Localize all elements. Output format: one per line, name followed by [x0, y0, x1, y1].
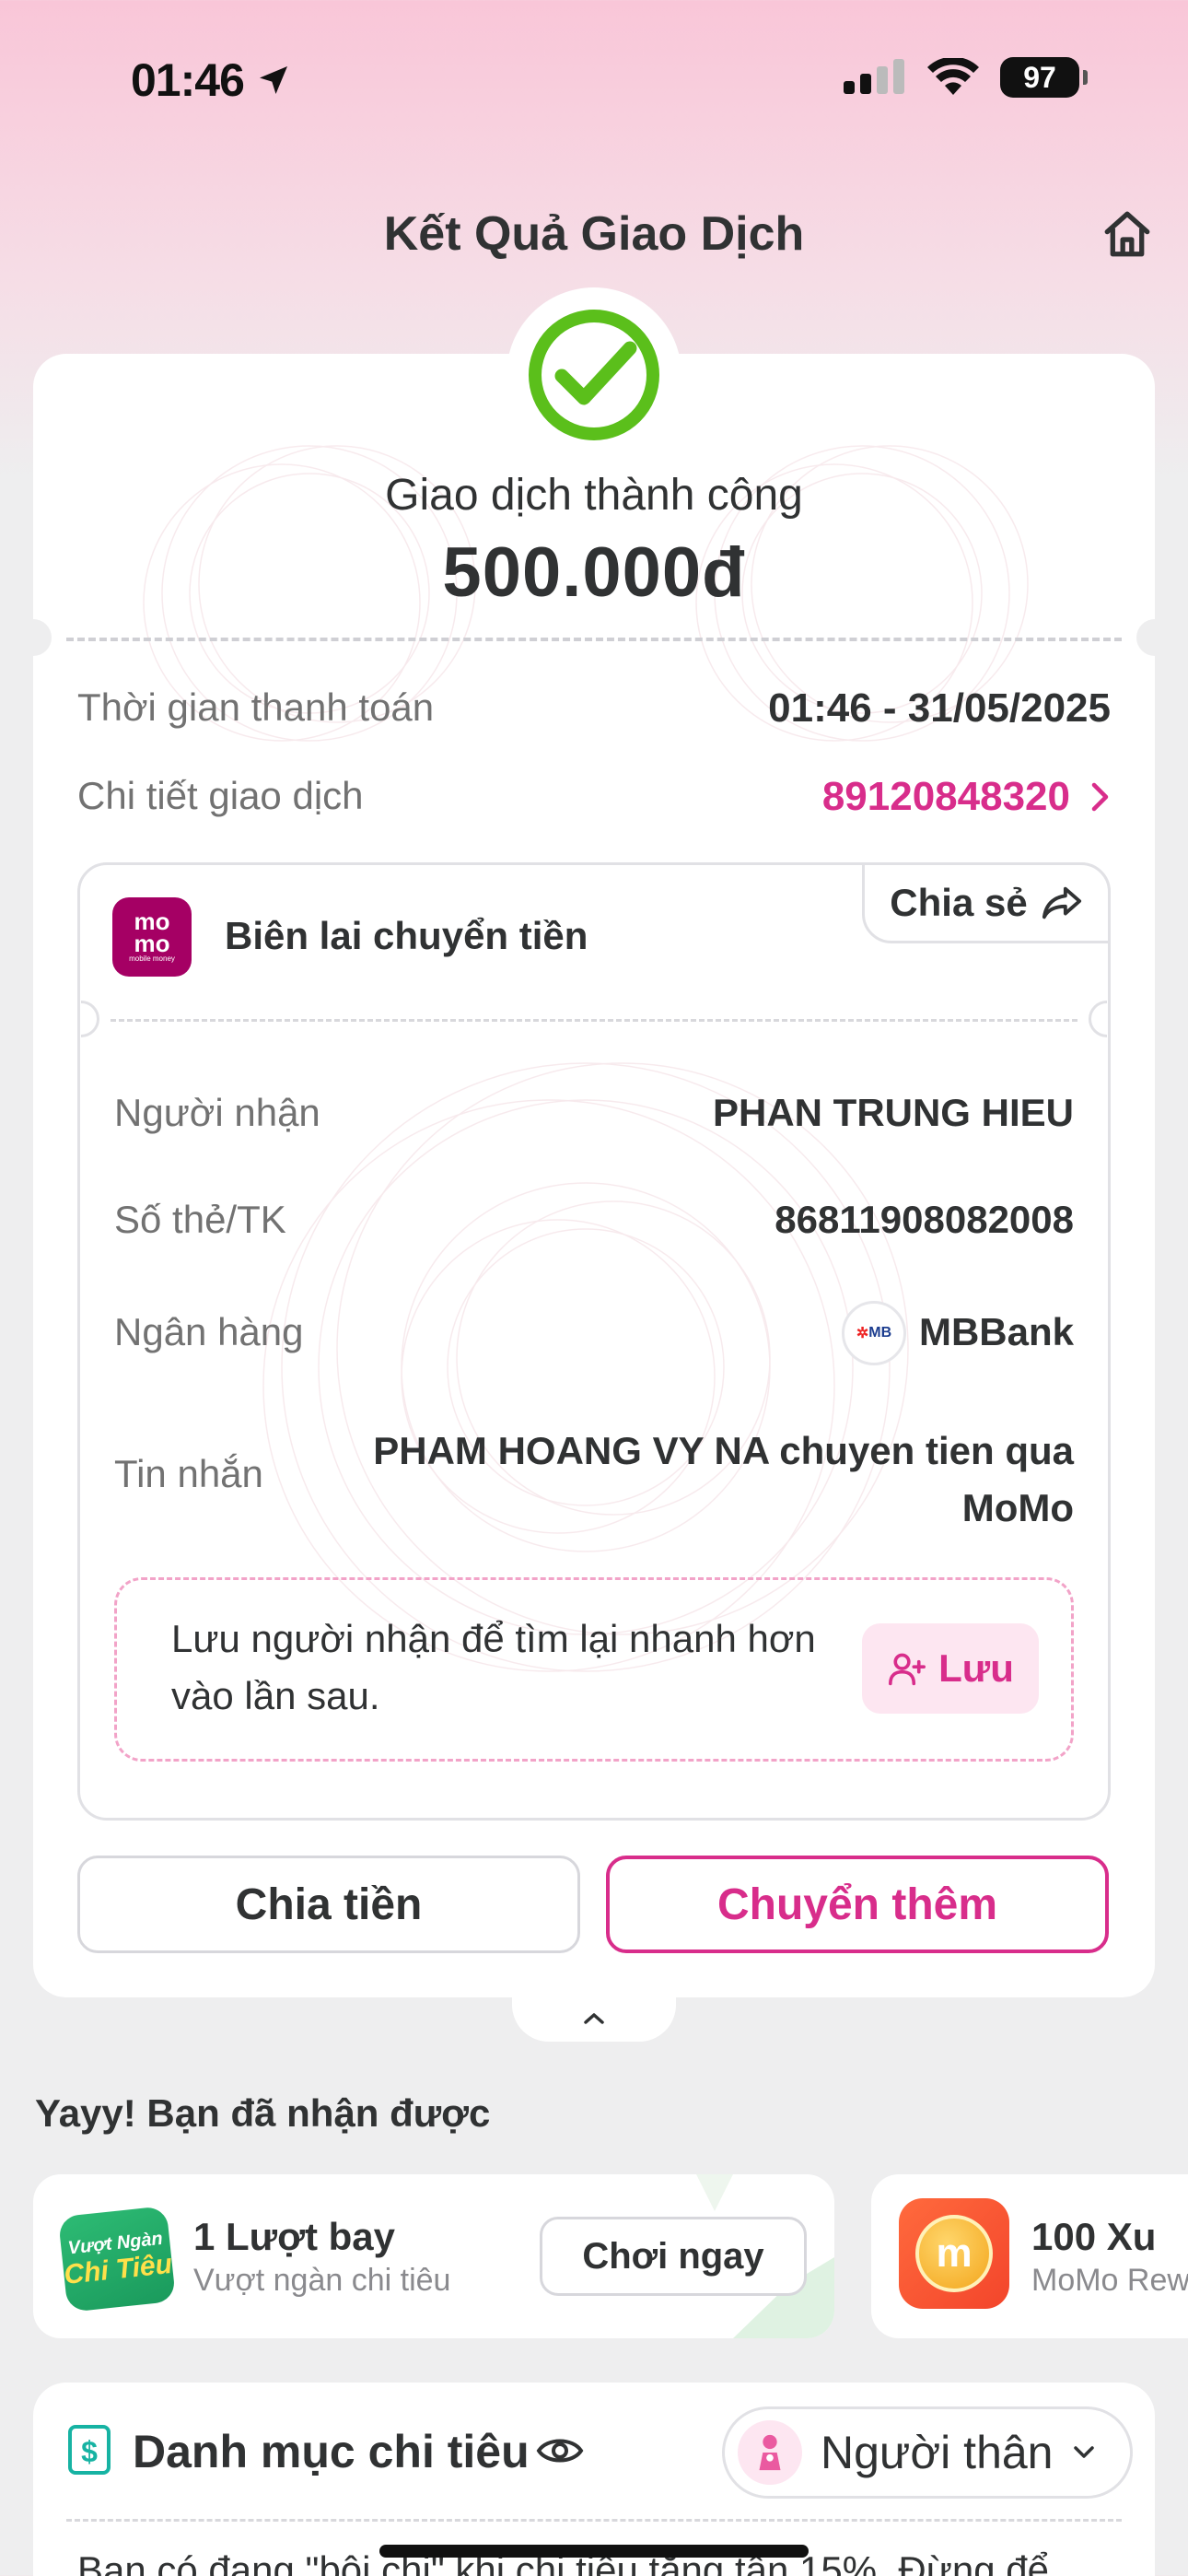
home-indicator[interactable] [379, 2545, 809, 2558]
receipt-divider [111, 1019, 1077, 1022]
reward-subtitle-xu: MoMo Rewards [1031, 2263, 1188, 2298]
save-label: Lưu [938, 1646, 1014, 1690]
transaction-status: Giao dịch thành công [385, 471, 803, 520]
momo-logo: mo mo mobile money [112, 897, 192, 977]
wifi-icon [927, 58, 979, 95]
message-label: Tin nhắn [114, 1452, 263, 1495]
momo-logo-caption: mobile money [129, 954, 175, 963]
transaction-id-link[interactable]: 89120848320 [822, 774, 1111, 820]
save-recipient-hint: Lưu người nhận để tìm lại nhanh hơn vào … [171, 1617, 816, 1717]
momo-logo-line2: mo [134, 930, 170, 957]
momo-xu-icon: m [899, 2198, 1009, 2309]
rewards-title: Yayy! Bạn đã nhận được [35, 2091, 491, 2135]
battery-indicator: 97 [1000, 57, 1088, 98]
eye-icon[interactable] [536, 2430, 584, 2471]
chevron-down-icon [1073, 2446, 1094, 2458]
play-now-button[interactable]: Chơi ngay [540, 2217, 807, 2296]
mbbank-logo-icon: ✲ MB [842, 1301, 906, 1365]
bank-name: MBBank [918, 1310, 1074, 1353]
payment-time-value: 01:46 - 31/05/2025 [768, 685, 1111, 731]
chevron-up-icon [584, 2013, 604, 2024]
payment-time-label: Thời gian thanh toán [77, 685, 435, 729]
save-recipient-button[interactable]: Lưu [862, 1623, 1039, 1714]
battery-level: 97 [1023, 60, 1056, 94]
transaction-detail-label: Chi tiết giao dịch [77, 774, 364, 817]
category-divider [66, 2519, 1122, 2522]
card-notch-left [15, 619, 52, 656]
card-divider [66, 638, 1122, 641]
share-button[interactable]: Chia sẻ [862, 862, 1111, 943]
location-arrow-icon [259, 66, 287, 94]
chevron-right-icon [1091, 782, 1109, 812]
category-selected: Người thân [821, 2427, 1054, 2478]
collapse-toggle[interactable] [512, 1996, 676, 2042]
share-label: Chia sẻ [890, 881, 1028, 924]
home-icon [1104, 211, 1150, 257]
account-label: Số thẻ/TK [114, 1198, 286, 1241]
transfer-more-button[interactable]: Chuyển thêm [606, 1856, 1109, 1953]
xu-coin: m [915, 2215, 993, 2292]
cellular-signal-icon [844, 59, 904, 94]
reward-name: 1 Lượt bay [193, 2215, 395, 2258]
add-user-icon [889, 1653, 926, 1686]
message-line-2: MoMo [961, 1486, 1074, 1529]
svg-text:$: $ [81, 2435, 98, 2468]
status-time-text: 01:46 [131, 54, 245, 106]
account-number: 86811908082008 [775, 1198, 1074, 1241]
card-notch-right [1136, 619, 1173, 656]
spending-category-title: Danh mục chi tiêu [133, 2426, 530, 2477]
reward-subtitle: Vượt ngàn chi tiêu [193, 2263, 451, 2298]
reward-name-xu: 100 Xu [1031, 2215, 1157, 2258]
recipient-label: Người nhận [114, 1091, 320, 1134]
bank-label: Ngân hàng [114, 1310, 304, 1353]
bank-logo-text: MB [868, 1325, 892, 1341]
status-indicators: 97 [844, 57, 1088, 98]
message-text: PHAM HOANG VY NA chuyen tien qua MoMo [373, 1423, 1074, 1537]
vuot-ngan-chi-tieu-logo: Vượt Ngàn Chi Tiêu [57, 2206, 177, 2313]
receipt-dollar-icon: $ [68, 2425, 111, 2475]
category-select[interactable]: Người thân [722, 2406, 1133, 2499]
split-money-button[interactable]: Chia tiền [77, 1856, 580, 1953]
status-time: 01:46 [131, 53, 292, 107]
family-icon [738, 2420, 802, 2485]
receipt-title: Biên lai chuyển tiền [225, 914, 588, 957]
success-check-icon [529, 310, 659, 440]
transaction-amount: 500.000đ [442, 533, 746, 612]
recipient-name: PHAN TRUNG HIEU [712, 1091, 1074, 1134]
share-arrow-icon [1042, 886, 1081, 919]
home-button[interactable] [1098, 205, 1157, 263]
page-title: Kết Quả Giao Dịch [383, 207, 805, 261]
transaction-id: 89120848320 [821, 774, 1070, 819]
message-line-1: PHAM HOANG VY NA chuyen tien qua [373, 1429, 1074, 1472]
